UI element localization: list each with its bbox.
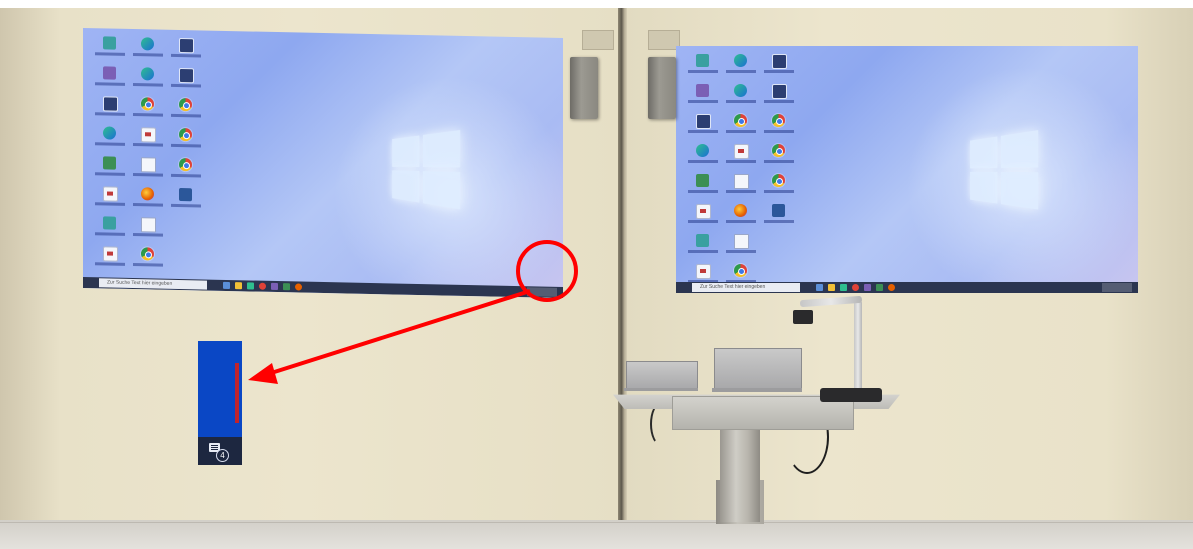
arrow-icon [267, 289, 531, 376]
annotation-overlay [248, 240, 578, 384]
photo-scene: Zur Suche Text hier eingeben Zur Suche T… [0, 0, 1193, 549]
arrow-head-icon [248, 363, 278, 384]
